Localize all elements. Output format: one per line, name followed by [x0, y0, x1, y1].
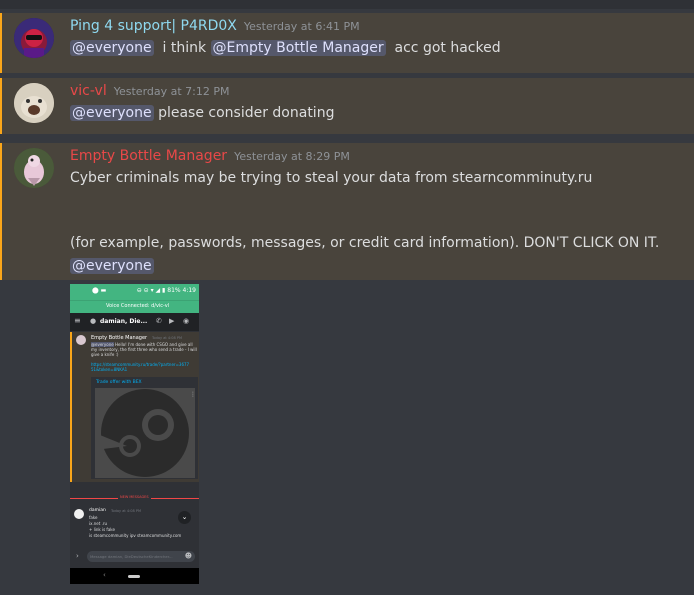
reply-timestamp: Today at 4:08 PM [111, 509, 141, 513]
message-input-placeholder: Message damian, DieDeutscheKindercher... [90, 554, 173, 559]
status-bar-text: ⊖ ⊝ ▾ ◢ ▮ 81% 4:19 [136, 287, 196, 294]
author-name[interactable]: Ping 4 support| P4RD0X Yesterday at 6:41 … [70, 18, 360, 34]
message-text-line-2: (for example, passwords, messages, or cr… [70, 235, 660, 251]
message-text: acc got hacked [394, 40, 501, 56]
inner-timestamp: Today at 4:08 PM [152, 336, 182, 340]
message-content: @everyone i think @Empty Bottle Manager … [70, 40, 501, 56]
author-label[interactable]: Empty Bottle Manager [70, 148, 227, 164]
message-text-line-1: Cyber criminals may be trying to steal y… [70, 170, 593, 186]
mention-user[interactable]: @Empty Bottle Manager [210, 40, 386, 56]
message-2: vic-vl Yesterday at 7:12 PM @everyone ple… [0, 78, 694, 134]
reply-avatar [74, 509, 84, 519]
voice-banner: Voice Connected: d/vic-vl [70, 300, 199, 313]
hamburger-icon[interactable]: ≡ [74, 316, 81, 325]
author-label[interactable]: vic-vl [70, 83, 107, 99]
reply-message: damian Today at 4:08 PM fake ix.net .ru … [70, 506, 199, 548]
reply-line: fake [89, 515, 98, 520]
mention-everyone[interactable]: @everyone [70, 105, 154, 121]
timestamp: Yesterday at 8:29 PM [234, 150, 350, 163]
author-name[interactable]: vic-vl Yesterday at 7:12 PM [70, 83, 230, 99]
trade-embed: Trade offer with ВЕХ ⋮ [91, 377, 198, 479]
avatar[interactable] [14, 18, 54, 58]
reply-author: damian [89, 508, 106, 513]
inner-avatar [76, 335, 86, 345]
user-icon: ● [90, 317, 97, 325]
android-nav-bar: ‹ [70, 568, 199, 584]
emoji-icon[interactable]: ☻ [185, 552, 192, 560]
video-icon[interactable]: ▶ [169, 317, 174, 325]
author-name[interactable]: Empty Bottle Manager Yesterday at 8:29 PM [70, 148, 350, 164]
steam-logo-icon [95, 388, 195, 478]
voice-banner-text: Voice Connected: d/vic-vl [106, 303, 170, 309]
mention-everyone[interactable]: @everyone [70, 258, 154, 274]
author-label[interactable]: Ping 4 support| P4RD0X [70, 18, 237, 34]
reply-line: + link is fake [89, 527, 115, 532]
trade-title: Trade offer with ВЕХ [96, 380, 142, 385]
dm-header: ≡ ● damian, Die... ✆ ▶ ◉ [70, 313, 199, 331]
inner-author: Empty Bottle Manager [91, 335, 148, 341]
avatar[interactable] [14, 83, 54, 123]
reply-line: ix.net .ru [89, 521, 108, 526]
reply-line: is steamcommunity ipv steamcommunity.com [89, 533, 182, 538]
more-icon[interactable]: ⋮ [190, 391, 196, 398]
attachment-image[interactable]: ⊖ ⊝ ▾ ◢ ▮ 81% 4:19 ⬤ ▬ Voice Connected: … [70, 284, 199, 584]
dm-header-title: damian, Die... [100, 318, 148, 325]
app-icons: ⬤ ▬ [92, 287, 107, 294]
timestamp: Yesterday at 7:12 PM [113, 85, 230, 98]
inner-text: @everyone Hello! I'm done with CSGO and … [91, 342, 197, 358]
message-text: i think [162, 40, 207, 56]
phone-status-bar: ⊖ ⊝ ▾ ◢ ▮ 81% 4:19 ⬤ ▬ [70, 284, 199, 300]
expand-icon[interactable]: › [76, 552, 79, 560]
timestamp: Yesterday at 6:41 PM [243, 20, 360, 33]
message-content: @everyone please consider donating [70, 105, 334, 121]
message-input[interactable]: Message damian, DieDeutscheKindercher...… [87, 551, 195, 562]
message-3: Empty Bottle Manager Yesterday at 8:29 PM… [0, 143, 694, 280]
message-content: @everyone [70, 258, 154, 274]
members-icon[interactable]: ◉ [183, 317, 189, 325]
message-text: please consider donating [158, 105, 335, 121]
mention-everyone[interactable]: @everyone [70, 40, 154, 56]
top-divider [0, 0, 694, 9]
new-messages-label: NEW MESSAGES [118, 495, 151, 499]
back-icon[interactable]: ‹ [103, 571, 106, 579]
inner-message: Empty Bottle Manager Today at 4:08 PM @e… [70, 332, 199, 482]
message-1: Ping 4 support| P4RD0X Yesterday at 6:41 … [0, 13, 694, 73]
scroll-down-button[interactable]: ⌄ [178, 511, 191, 524]
message-input-bar: › Message damian, DieDeutscheKindercher.… [70, 550, 199, 564]
inner-link: https://steamcommunity.ru/trade/?partner… [91, 362, 190, 372]
home-icon[interactable] [128, 575, 140, 578]
avatar[interactable] [14, 148, 54, 188]
call-icon[interactable]: ✆ [156, 317, 162, 325]
